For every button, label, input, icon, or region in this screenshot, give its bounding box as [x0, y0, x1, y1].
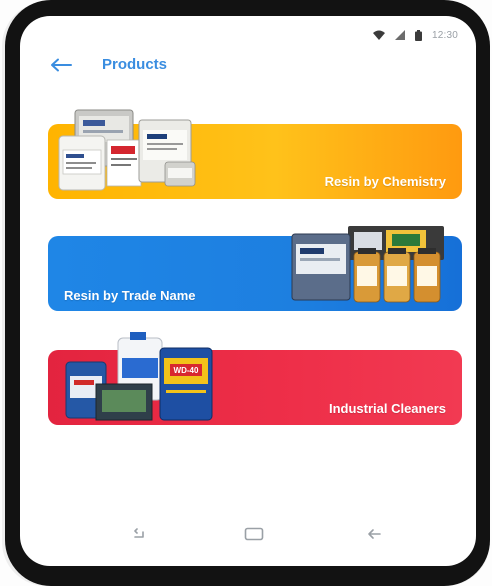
battery-icon: [414, 29, 422, 41]
system-nav-bar: [20, 521, 476, 551]
back-button[interactable]: [46, 54, 76, 80]
home-icon: [244, 527, 264, 546]
system-back-button[interactable]: [360, 525, 388, 547]
page-title: Products: [102, 56, 168, 73]
category-label: Resin by Chemistry: [324, 174, 446, 189]
category-card-resin-by-chemistry[interactable]: Resin by Chemistry: [48, 109, 462, 199]
svg-text:WD-40: WD-40: [174, 366, 199, 375]
signal-icon: [394, 30, 405, 40]
cleaner-products-image: WD-40: [65, 332, 213, 421]
category-label: Resin by Trade Name: [64, 288, 196, 303]
wifi-icon: [372, 30, 385, 40]
category-card-resin-by-trade-name[interactable]: Resin by Trade Name: [48, 226, 462, 311]
category-card-industrial-cleaners[interactable]: WD-40 Industrial Cleaners: [48, 332, 462, 425]
phone-screen: 12:30 Products Resin by Chemistry Resin …: [20, 16, 476, 566]
recents-icon: [132, 527, 148, 545]
arrow-left-icon: [50, 58, 72, 77]
back-icon: [366, 527, 382, 545]
status-bar: 12:30: [372, 28, 458, 42]
recents-button[interactable]: [126, 525, 154, 547]
category-label: Industrial Cleaners: [328, 401, 446, 416]
resin-bottles-image: [291, 226, 444, 303]
resin-containers-image: [58, 109, 196, 191]
stage: 12:30 Products Resin by Chemistry Resin …: [0, 0, 492, 586]
status-time: 12:30: [431, 29, 458, 41]
home-button[interactable]: [240, 525, 268, 547]
